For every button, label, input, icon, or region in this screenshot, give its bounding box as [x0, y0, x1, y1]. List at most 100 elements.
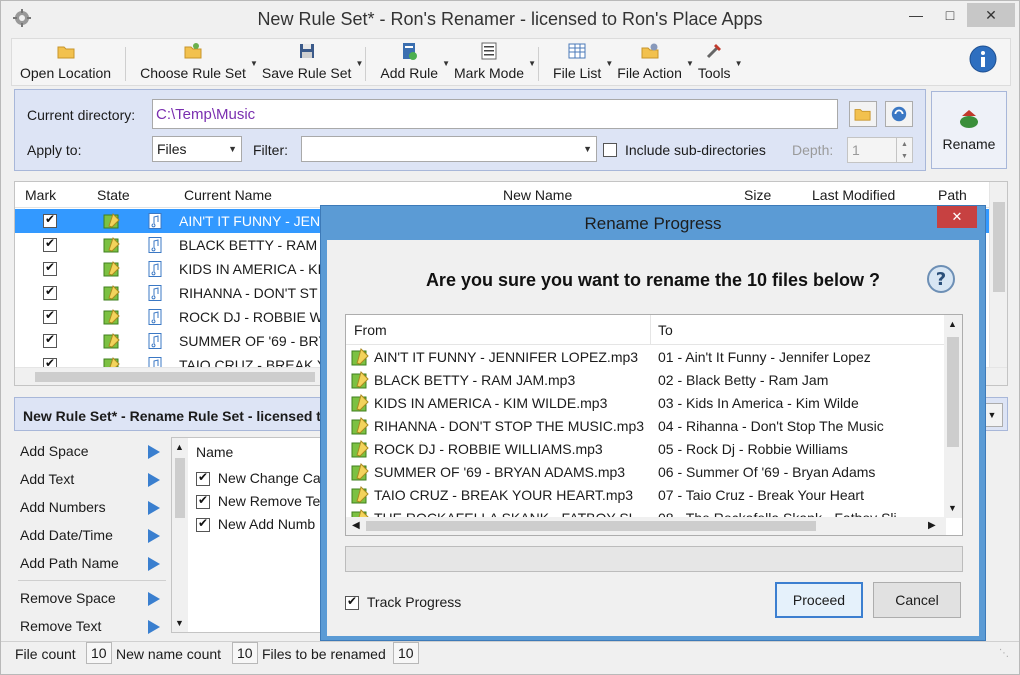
column-mark[interactable]: Mark: [25, 187, 56, 203]
chevron-down-icon[interactable]: ▼: [948, 503, 957, 513]
chevron-up-icon[interactable]: ▲: [948, 319, 957, 329]
add-path-name-action[interactable]: Add Path Name: [20, 555, 119, 571]
rule-item[interactable]: New Remove Te: [196, 493, 321, 510]
rules-vertical-scrollbar[interactable]: ▲ ▼: [172, 438, 188, 632]
list-item[interactable]: TAIO CRUZ - BREAK YOUR HEART.mp3 07 - Tai…: [346, 484, 944, 507]
column-from[interactable]: From: [354, 322, 387, 338]
mark-mode-button[interactable]: Mark Mode ▼: [446, 39, 536, 85]
arrow-right-icon[interactable]: [148, 557, 160, 571]
column-path[interactable]: Path: [938, 187, 967, 203]
rename-button[interactable]: Rename: [931, 91, 1007, 169]
chevron-down-icon[interactable]: ▼: [735, 59, 743, 68]
spin-down-icon[interactable]: ▼: [901, 153, 908, 160]
open-location-button[interactable]: Open Location: [12, 39, 119, 85]
column-state[interactable]: State: [97, 187, 130, 203]
track-progress-option[interactable]: Track Progress: [345, 594, 461, 611]
include-sub-directories-label: Include sub-directories: [625, 142, 766, 158]
resize-grip-icon[interactable]: ⋱: [999, 648, 1009, 659]
arrow-right-icon[interactable]: [148, 620, 160, 634]
proceed-button[interactable]: Proceed: [775, 582, 863, 618]
file-action-button[interactable]: File Action ▼: [609, 39, 694, 85]
filter-select[interactable]: ▼: [301, 136, 597, 162]
list-item[interactable]: RIHANNA - DON'T STOP THE MUSIC.mp3 04 - R…: [346, 415, 944, 438]
add-date-time-action[interactable]: Add Date/Time: [20, 527, 113, 543]
browse-folder-button[interactable]: [849, 101, 877, 127]
music-file-icon: [148, 237, 162, 256]
chevron-left-icon[interactable]: ◀: [352, 520, 360, 531]
remove-space-action[interactable]: Remove Space: [20, 590, 116, 606]
rule-checkbox[interactable]: [196, 470, 210, 487]
rule-checkbox[interactable]: [196, 516, 210, 533]
arrow-right-icon[interactable]: [148, 473, 160, 487]
current-name-cell: KIDS IN AMERICA - KI: [179, 261, 322, 277]
chevron-right-icon[interactable]: ▶: [928, 520, 936, 531]
column-last-modified[interactable]: Last Modified: [812, 187, 895, 203]
arrow-right-icon[interactable]: [148, 592, 160, 606]
add-text-action[interactable]: Add Text: [20, 471, 74, 487]
choose-rule-set-button[interactable]: Choose Rule Set ▼: [132, 39, 258, 85]
add-rule-button[interactable]: Add Rule ▼: [372, 39, 450, 85]
gear-folder-icon: [641, 43, 659, 59]
chevron-down-icon[interactable]: ▼: [528, 59, 536, 68]
refresh-button[interactable]: [885, 101, 913, 127]
include-sub-directories-checkbox[interactable]: [603, 143, 617, 157]
spin-up-icon[interactable]: ▲: [901, 141, 908, 148]
column-to[interactable]: To: [658, 322, 673, 338]
help-icon[interactable]: ?: [925, 264, 957, 296]
rule-item[interactable]: New Add Numb: [196, 516, 315, 533]
info-icon[interactable]: [968, 44, 998, 74]
file-list-button[interactable]: File List ▼: [545, 39, 613, 85]
mark-checkbox[interactable]: [43, 260, 57, 277]
minimize-button[interactable]: —: [899, 3, 933, 27]
file-list-horizontal-scrollbar[interactable]: ◀ ▶: [346, 517, 946, 535]
cancel-button[interactable]: Cancel: [873, 582, 961, 618]
list-item[interactable]: AIN'T IT FUNNY - JENNIFER LOPEZ.mp3 01 - …: [346, 346, 944, 369]
add-numbers-action[interactable]: Add Numbers: [20, 499, 106, 515]
directory-panel: Current directory: C:\Temp\Music Apply t…: [14, 89, 926, 171]
current-name-cell: BLACK BETTY - RAM J: [179, 237, 329, 253]
mark-checkbox[interactable]: [43, 236, 57, 253]
apply-to-select[interactable]: Files ▼: [152, 136, 242, 162]
mp3-file-icon: [351, 394, 369, 412]
column-current-name[interactable]: Current Name: [184, 187, 272, 203]
current-name-cell: SUMMER OF '69 - BRY: [179, 333, 328, 349]
save-rule-set-button[interactable]: Save Rule Set ▼: [254, 39, 363, 85]
list-item[interactable]: SUMMER OF '69 - BRYAN ADAMS.mp3 06 - Summ…: [346, 461, 944, 484]
chevron-down-icon[interactable]: ▼: [175, 618, 184, 628]
chevron-down-icon[interactable]: ▼: [356, 59, 364, 68]
mark-checkbox[interactable]: [43, 212, 57, 229]
maximize-button[interactable]: □: [933, 3, 967, 27]
mark-checkbox[interactable]: [43, 308, 57, 325]
state-icon: [103, 285, 121, 304]
title-bar: New Rule Set* - Ron's Renamer - licensed…: [1, 1, 1019, 37]
tools-button[interactable]: Tools ▼: [690, 39, 743, 85]
rule-item[interactable]: New Change Ca: [196, 470, 321, 487]
column-size[interactable]: Size: [744, 187, 771, 203]
list-item[interactable]: KIDS IN AMERICA - KIM WILDE.mp3 03 - Kids…: [346, 392, 944, 415]
to-cell: 03 - Kids In America - Kim Wilde: [658, 395, 859, 411]
file-list-vertical-scrollbar[interactable]: ▲ ▼: [944, 315, 962, 518]
mark-checkbox[interactable]: [43, 284, 57, 301]
current-directory-input[interactable]: C:\Temp\Music: [152, 99, 838, 129]
remove-text-action[interactable]: Remove Text: [20, 618, 101, 634]
mp3-file-icon: [351, 371, 369, 389]
rule-item-label: New Remove Te: [217, 493, 321, 509]
arrow-right-icon[interactable]: [148, 445, 160, 459]
rules-header-name[interactable]: Name: [196, 444, 233, 460]
file-count-label: File count: [15, 646, 76, 662]
dialog-close-button[interactable]: ✕: [937, 206, 977, 228]
grid-vertical-scrollbar[interactable]: [989, 182, 1007, 367]
arrow-right-icon[interactable]: [148, 529, 160, 543]
close-button[interactable]: ✕: [967, 3, 1015, 27]
rule-checkbox[interactable]: [196, 493, 210, 510]
list-item[interactable]: BLACK BETTY - RAM JAM.mp3 02 - Black Bett…: [346, 369, 944, 392]
column-new-name[interactable]: New Name: [503, 187, 572, 203]
add-space-action[interactable]: Add Space: [20, 443, 89, 459]
track-progress-checkbox[interactable]: [345, 594, 359, 611]
state-icon: [103, 237, 121, 256]
chevron-up-icon[interactable]: ▲: [175, 442, 184, 452]
list-item[interactable]: ROCK DJ - ROBBIE WILLIAMS.mp3 05 - Rock D…: [346, 438, 944, 461]
arrow-right-icon[interactable]: [148, 501, 160, 515]
mark-checkbox[interactable]: [43, 332, 57, 349]
depth-spinner[interactable]: 1 ▲ ▼: [847, 137, 913, 163]
